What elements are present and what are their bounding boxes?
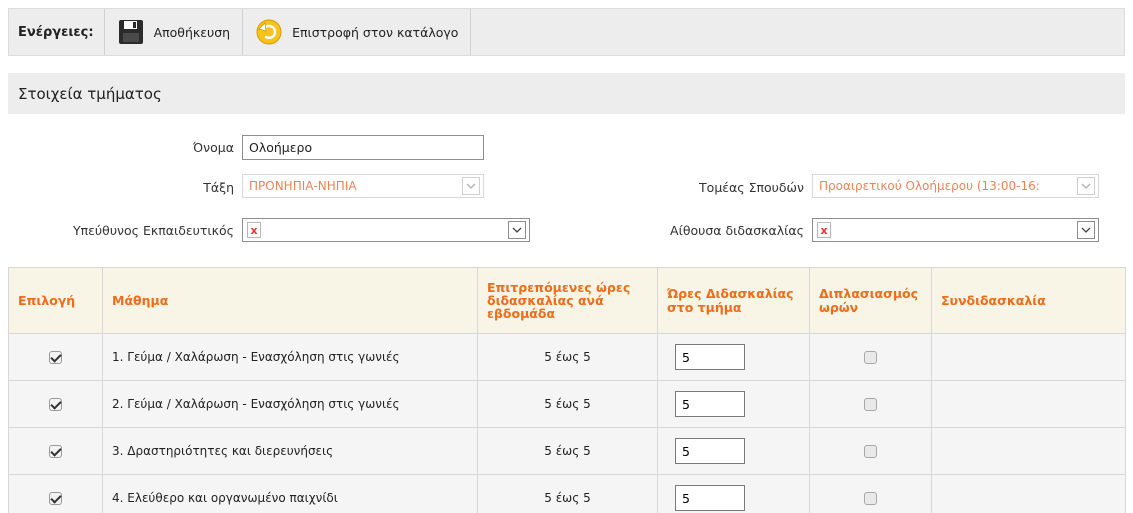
floppy-disk-icon [117,18,145,46]
teacher-label: Υπεύθυνος Εκπαιδευτικός [20,223,234,238]
header-coteaching: Συνδιδασκαλία [932,268,1126,334]
select-checkbox[interactable] [49,445,62,458]
hours-input[interactable] [675,344,745,370]
hours-input[interactable] [675,391,745,417]
table-row: 2. Γεύμα / Χαλάρωση - Ενασχόληση στις γω… [9,381,1126,428]
table-row: 4. Ελεύθερο και οργανωμένο παιχνίδι 5 έω… [9,475,1126,513]
subject-cell: 4. Ελεύθερο και οργανωμένο παιχνίδι [103,475,478,513]
allowed-hours-cell: 5 έως 5 [478,428,658,475]
back-to-list-button[interactable]: Επιστροφή στον κατάλογο [243,9,471,55]
actions-label: Ενέργειες: [9,9,105,55]
back-button-label: Επιστροφή στον κατάλογο [292,25,458,40]
broken-image-icon: x [247,222,261,238]
allowed-hours-cell: 5 έως 5 [478,334,658,381]
room-label: Αίθουσα διδασκαλίας [620,223,804,238]
table-row: 1. Γεύμα / Χαλάρωση - Ενασχόληση στις γω… [9,334,1126,381]
double-hours-checkbox[interactable] [864,398,877,411]
subject-cell: 2. Γεύμα / Χαλάρωση - Ενασχόληση στις γω… [103,381,478,428]
header-select: Επιλογή [9,268,103,334]
header-double-hours: Διπλασιασμός ωρών [810,268,932,334]
coteaching-cell [932,428,1126,475]
select-checkbox[interactable] [49,492,62,505]
chevron-down-icon [1077,221,1095,239]
allowed-hours-cell: 5 έως 5 [478,475,658,513]
table-header-row: Επιλογή Μάθημα Επιτρεπόμενες ώρες διδασκ… [9,268,1126,334]
class-label: Τάξη [150,180,234,195]
room-select[interactable]: x [812,218,1099,242]
sector-select[interactable]: Προαιρετικού Ολοήμερου (13:00-16: [812,174,1099,198]
double-hours-checkbox[interactable] [864,351,877,364]
subject-cell: 1. Γεύμα / Χαλάρωση - Ενασχόληση στις γω… [103,334,478,381]
allowed-hours-cell: 5 έως 5 [478,381,658,428]
coteaching-cell [932,334,1126,381]
return-arrow-icon [255,18,283,46]
name-label: Όνομα [150,140,234,155]
actions-toolbar: Ενέργειες: Αποθήκευση Επιστροφή στον κατ… [8,8,1125,56]
select-checkbox[interactable] [49,398,62,411]
teacher-select[interactable]: x [242,218,530,242]
header-allowed-hours: Επιτρεπόμενες ώρες διδασκαλίας ανά εβδομ… [478,268,658,334]
coteaching-cell [932,381,1126,428]
coteaching-cell [932,475,1126,513]
chevron-down-icon [508,221,526,239]
name-input[interactable] [242,135,484,160]
hours-input[interactable] [675,485,745,511]
table-row: 3. Δραστηριότητες και διερευνήσεις 5 έως… [9,428,1126,475]
sector-select-value: Προαιρετικού Ολοήμερου (13:00-16: [813,179,1077,193]
class-select-value: ΠΡΟΝΗΠΙΑ-ΝΗΠΙΑ [243,179,462,193]
chevron-down-icon [462,177,480,195]
sector-label: Τομέας Σπουδών [620,180,804,195]
save-button-label: Αποθήκευση [154,25,231,40]
header-subject: Μάθημα [103,268,478,334]
double-hours-checkbox[interactable] [864,445,877,458]
broken-image-icon: x [817,222,831,238]
select-checkbox[interactable] [49,351,62,364]
header-teaching-hours: Ώρες Διδασκαλίας στο τμήμα [658,268,810,334]
hours-input[interactable] [675,438,745,464]
double-hours-checkbox[interactable] [864,492,877,505]
chevron-down-icon [1077,177,1095,195]
save-button[interactable]: Αποθήκευση [105,9,244,55]
section-header: Στοιχεία τμήματος [8,73,1125,114]
class-select[interactable]: ΠΡΟΝΗΠΙΑ-ΝΗΠΙΑ [242,174,484,198]
subject-cell: 3. Δραστηριότητες και διερευνήσεις [103,428,478,475]
subjects-table: Επιλογή Μάθημα Επιτρεπόμενες ώρες διδασκ… [8,267,1126,513]
